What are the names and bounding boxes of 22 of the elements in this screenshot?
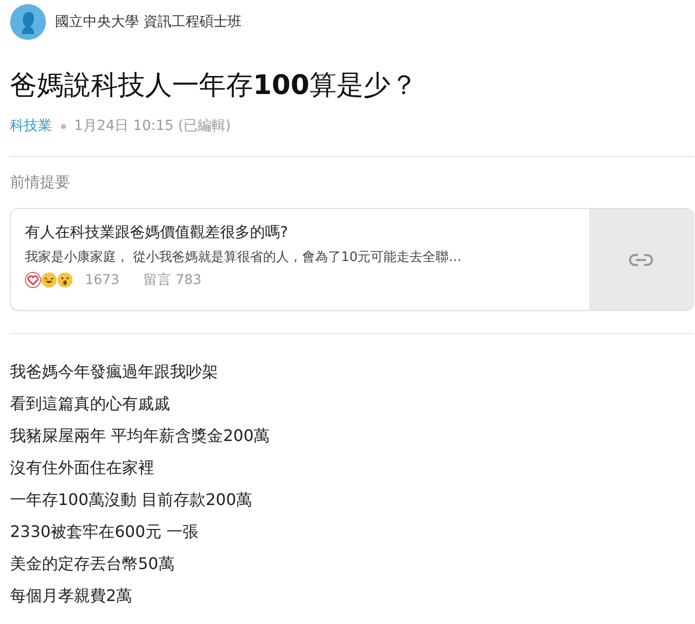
body-text-line: 我豬屎屋兩年 平均年薪含獎金200萬	[10, 425, 271, 447]
card-title: 有人在科技業跟爸媽價值觀差很多的嗎?	[25, 223, 289, 242]
body-text-line: 一年存100萬沒動 目前存款200萬	[10, 489, 254, 511]
surprised-face-icon	[57, 272, 73, 288]
body-text-line: 我爸媽今年發瘋過年跟我吵架	[10, 361, 219, 383]
post-title: 爸媽說科技人一年存100算是少？	[10, 69, 418, 103]
reaction-count: 1673	[85, 272, 120, 288]
linked-post-card[interactable]: 有人在科技業跟爸媽價值觀差很多的嗎? 我家是小康家庭， 從小我爸媽就是算很省的人，會為了10元可能走去全聯… 1673 留言 783	[10, 208, 694, 311]
body-text-line: 每個月孝親費2萬	[10, 585, 134, 607]
author-name[interactable]: 國立中央大學 資訊工程碩士班	[55, 13, 242, 31]
body-text-line: 美金的定存丟台幣50萬	[10, 553, 176, 575]
laughing-face-icon	[41, 272, 57, 288]
body-text-line: 沒有住外面住在家裡	[10, 457, 155, 479]
post-time: 1月24日 10:15 (已編輯)	[74, 117, 231, 135]
card-excerpt: 我家是小康家庭， 從小我爸媽就是算很省的人，會為了10元可能走去全聯…	[25, 249, 463, 266]
body-text-line: 2330被套牢在600元 一張	[10, 521, 200, 543]
body-text-line: 看到這篇真的心有戚戚	[10, 393, 171, 415]
section-label: 前情提要	[10, 173, 71, 192]
comment-count: 留言 783	[143, 271, 202, 289]
heart-icon	[25, 272, 41, 288]
avatar-icon[interactable]	[10, 4, 46, 40]
link-icon	[629, 254, 653, 266]
